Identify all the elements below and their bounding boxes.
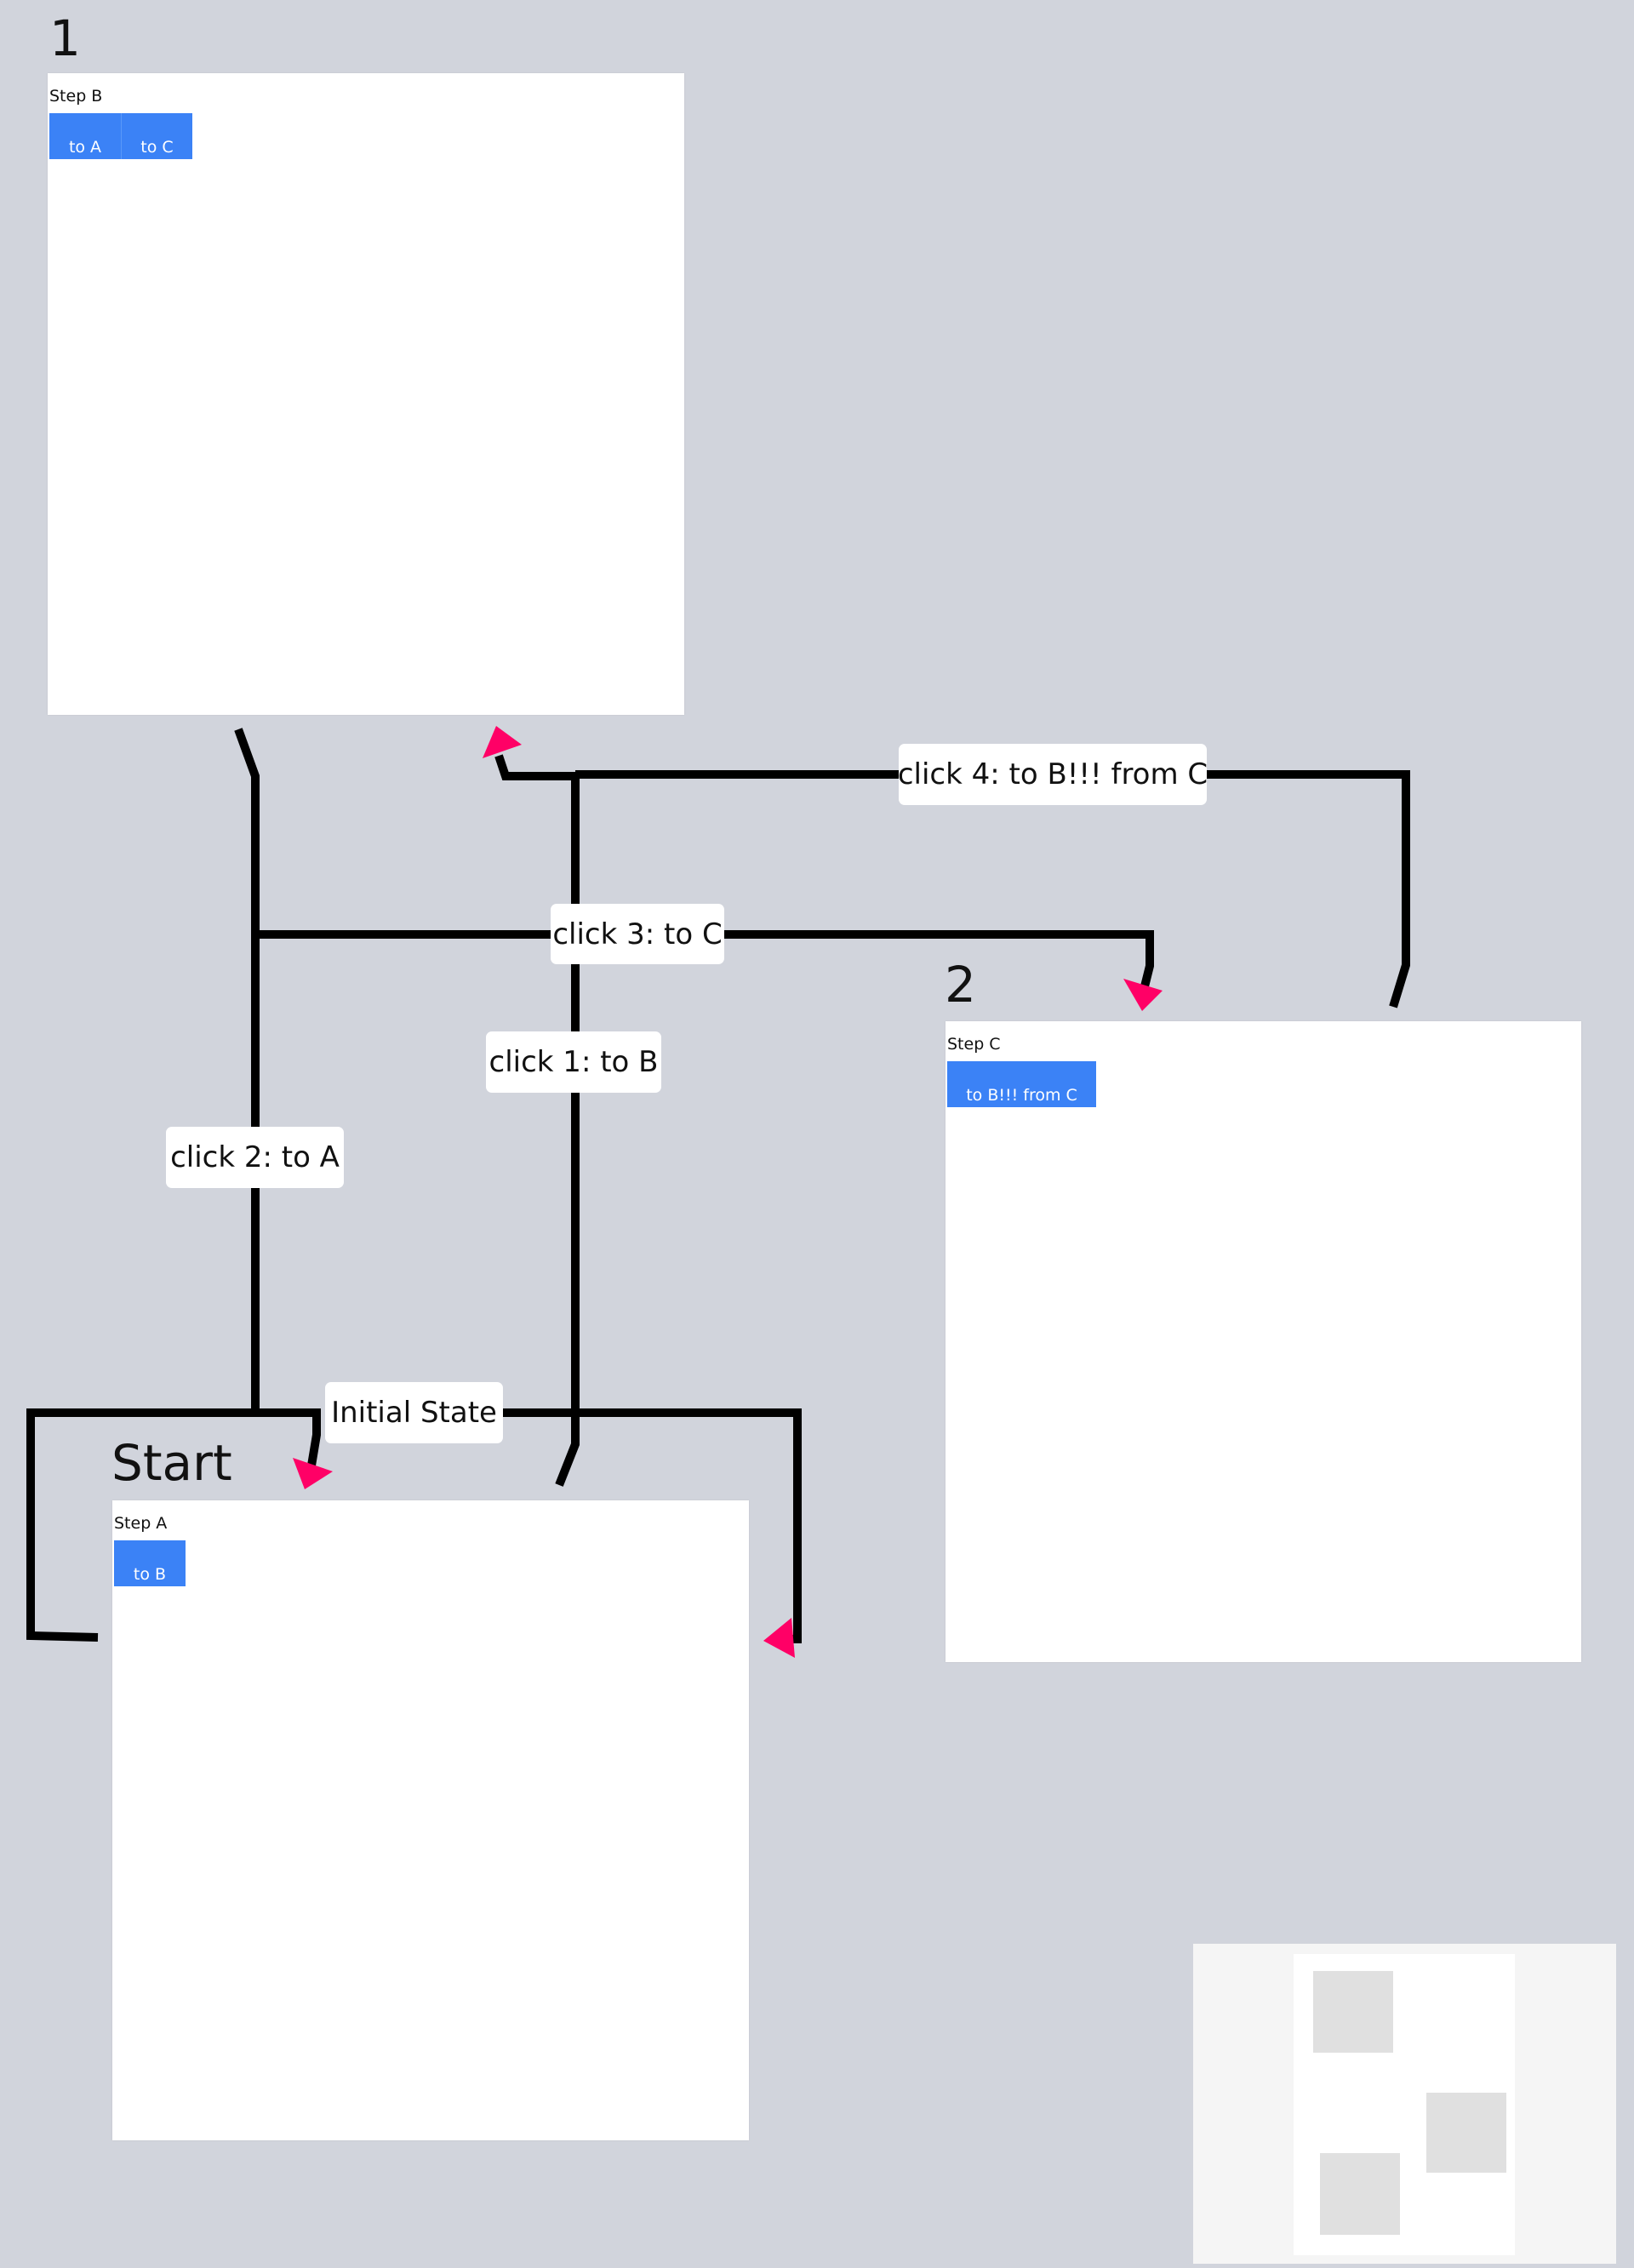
edge-label-click-4[interactable]: click 4: to B!!! from C xyxy=(898,744,1208,805)
to-b-from-c-button[interactable]: to B!!! from C xyxy=(947,1061,1096,1107)
arrowhead-icon xyxy=(763,1618,795,1658)
node-title-b: 1 xyxy=(49,9,81,67)
minimap-node-a xyxy=(1320,2153,1400,2235)
step-label: Step C xyxy=(947,1035,1001,1054)
minimap[interactable] xyxy=(1193,1944,1616,2264)
arrowhead-icon xyxy=(483,726,522,758)
minimap-node-b xyxy=(1313,1971,1393,2053)
to-b-button[interactable]: to B xyxy=(114,1540,186,1586)
edge-label-click-1[interactable]: click 1: to B xyxy=(486,1031,661,1093)
node-title-c: 2 xyxy=(945,956,976,1014)
step-label: Step B xyxy=(49,87,103,106)
button-row: to B!!! from C xyxy=(947,1061,1096,1107)
node-panel-step-b[interactable]: Step B to A to C xyxy=(48,73,684,715)
node-title-start: Start xyxy=(111,1434,232,1492)
edge-click-1-path[interactable] xyxy=(494,754,580,1487)
flow-canvas[interactable]: 1 Step B to A to C 2 Step C to B!!! from… xyxy=(0,0,1634,2268)
step-label: Step A xyxy=(114,1514,168,1533)
button-row: to A to C xyxy=(49,113,192,159)
minimap-node-c xyxy=(1426,2093,1506,2173)
to-a-button[interactable]: to A xyxy=(49,113,121,159)
to-c-button[interactable]: to C xyxy=(121,113,192,159)
edge-label-click-3[interactable]: click 3: to C xyxy=(551,904,724,964)
button-row: to B xyxy=(114,1540,186,1586)
edge-click-2-path[interactable] xyxy=(234,728,321,1466)
edge-label-initial-state[interactable]: Initial State xyxy=(325,1382,503,1443)
edge-label-click-2[interactable]: click 2: to A xyxy=(166,1127,344,1188)
edge-click-4-path[interactable] xyxy=(575,770,1410,1008)
node-panel-step-c[interactable]: Step C to B!!! from C xyxy=(946,1021,1581,1662)
node-panel-step-a[interactable]: Step A to B xyxy=(112,1500,749,2140)
